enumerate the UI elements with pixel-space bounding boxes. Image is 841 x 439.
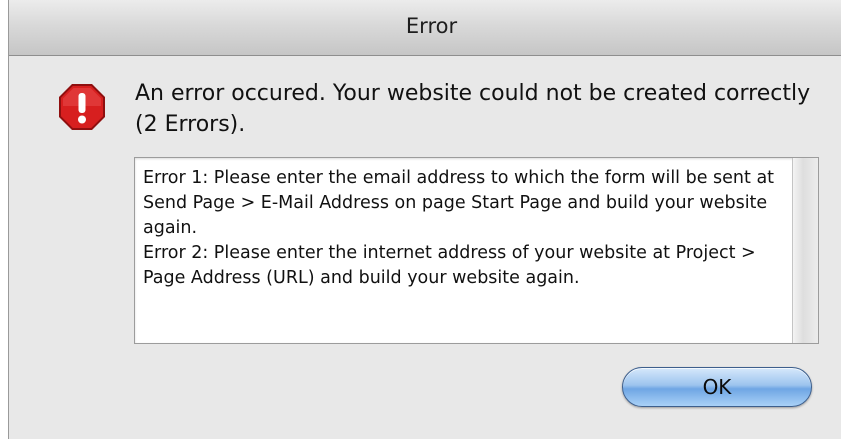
error-line-1: Error 1: Please enter the email address …	[143, 168, 775, 238]
ok-button[interactable]: OK	[622, 367, 812, 407]
error-line-2: Error 2: Please enter the internet addre…	[143, 243, 756, 288]
error-dialog: Error An error occured. Your website cou…	[8, 0, 841, 439]
error-details-text: Error 1: Please enter the email address …	[143, 166, 783, 291]
vertical-scrollbar[interactable]	[792, 158, 818, 343]
stop-sign-exclamation-icon	[59, 84, 105, 130]
title-bar[interactable]: Error	[9, 0, 841, 56]
window-title: Error	[405, 14, 458, 38]
error-details-textbox[interactable]: Error 1: Please enter the email address …	[134, 157, 819, 344]
alert-message: An error occured. Your website could not…	[135, 81, 811, 137]
